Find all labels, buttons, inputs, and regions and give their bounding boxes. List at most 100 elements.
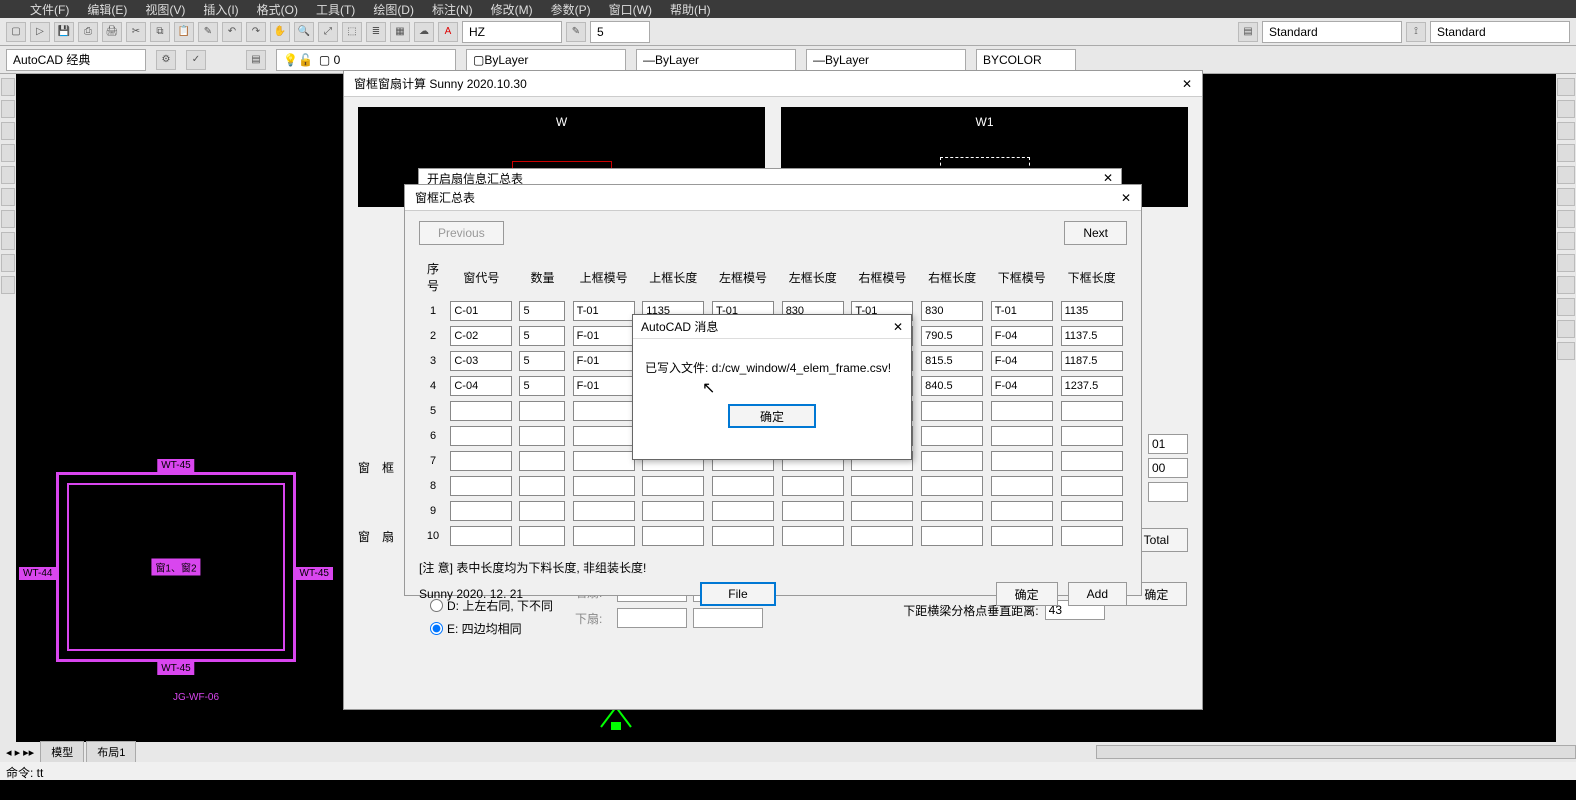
table-cell-input[interactable] — [921, 376, 983, 396]
table-cell-input[interactable] — [1061, 401, 1123, 421]
table-cell-input[interactable] — [519, 351, 565, 371]
table-cell-input[interactable] — [921, 426, 983, 446]
workspace-combo[interactable]: AutoCAD 经典 — [6, 49, 146, 71]
menu-file[interactable]: 文件(F) — [30, 1, 69, 18]
table-cell-input[interactable] — [991, 401, 1053, 421]
table-cell-input[interactable] — [991, 376, 1053, 396]
new-icon[interactable]: ▢ — [6, 22, 26, 42]
textstyle-combo[interactable]: HZ — [462, 21, 562, 43]
copy-icon[interactable]: ⧉ — [150, 22, 170, 42]
table-cell-input[interactable] — [519, 501, 565, 521]
match-icon[interactable]: ✎ — [198, 22, 218, 42]
dialog2-titlebar[interactable]: 窗框汇总表 ✕ — [405, 185, 1141, 211]
table-cell-input[interactable] — [519, 426, 565, 446]
plot-icon[interactable]: 🖨 — [102, 22, 122, 42]
table-cell-input[interactable] — [573, 476, 635, 496]
table-cell-input[interactable] — [1061, 526, 1123, 546]
table-cell-input[interactable] — [519, 376, 565, 396]
table-cell-input[interactable] — [573, 401, 635, 421]
table-cell-input[interactable] — [573, 326, 635, 346]
table-cell-input[interactable] — [991, 326, 1053, 346]
open-icon[interactable]: ▷ — [30, 22, 50, 42]
table-cell-input[interactable] — [1061, 301, 1123, 321]
table-cell-input[interactable] — [642, 526, 704, 546]
zoom-icon[interactable]: 🔍 — [294, 22, 314, 42]
table-cell-input[interactable] — [921, 501, 983, 521]
sheet-icon[interactable]: ▦ — [390, 22, 410, 42]
save-icon[interactable]: 💾 — [54, 22, 74, 42]
close-icon[interactable]: ✕ — [1121, 191, 1131, 205]
partial-input2[interactable] — [1148, 458, 1188, 478]
move-icon[interactable] — [1557, 78, 1575, 96]
table-cell-input[interactable] — [450, 426, 512, 446]
textstyle-icon[interactable]: ▤ — [1238, 22, 1258, 42]
table-cell-input[interactable] — [991, 301, 1053, 321]
previous-button[interactable]: Previous — [419, 221, 504, 245]
table-cell-input[interactable] — [921, 526, 983, 546]
cloud-icon[interactable]: ☁ — [414, 22, 434, 42]
copy2-icon[interactable] — [1557, 100, 1575, 118]
table-cell-input[interactable] — [1061, 476, 1123, 496]
menu-draw[interactable]: 绘图(D) — [373, 1, 414, 18]
mtext-icon[interactable] — [1, 276, 15, 294]
table-cell-input[interactable] — [642, 501, 704, 521]
trim-icon[interactable] — [1557, 210, 1575, 228]
fillet-icon[interactable] — [1557, 254, 1575, 272]
fan-radio-e[interactable]: E: 四边均相同 — [430, 620, 553, 637]
table-cell-input[interactable] — [573, 301, 635, 321]
table-cell-input[interactable] — [573, 526, 635, 546]
table-cell-input[interactable] — [450, 376, 512, 396]
table-cell-input[interactable] — [519, 451, 565, 471]
menu-insert[interactable]: 插入(I) — [203, 1, 238, 18]
table-cell-input[interactable] — [450, 501, 512, 521]
add-button[interactable]: Add — [1068, 582, 1127, 606]
close-icon[interactable]: ✕ — [1182, 77, 1192, 91]
standard-combo[interactable]: Standard — [1262, 21, 1402, 43]
menu-edit[interactable]: 编辑(E) — [87, 1, 127, 18]
saveas-icon[interactable]: ⎙ — [78, 22, 98, 42]
erase-icon[interactable] — [1557, 298, 1575, 316]
table-cell-input[interactable] — [782, 476, 844, 496]
table-cell-input[interactable] — [450, 526, 512, 546]
partial-input3[interactable] — [1148, 482, 1188, 502]
table-cell-input[interactable] — [519, 526, 565, 546]
circle-icon[interactable] — [1, 122, 15, 140]
workspace-save-icon[interactable]: ✓ — [186, 50, 206, 70]
close-icon[interactable]: ✕ — [1103, 171, 1113, 185]
menu-format[interactable]: 格式(O) — [257, 1, 298, 18]
table-cell-input[interactable] — [450, 351, 512, 371]
rectangle-icon[interactable] — [1, 166, 15, 184]
arc-icon[interactable] — [1, 144, 15, 162]
table-cell-input[interactable] — [519, 401, 565, 421]
linetype-combo[interactable]: — ByLayer — [636, 49, 796, 71]
table-cell-input[interactable] — [921, 326, 983, 346]
message-ok-button[interactable]: 确定 — [728, 404, 816, 428]
stretch-icon[interactable] — [1557, 342, 1575, 360]
table-cell-input[interactable] — [991, 451, 1053, 471]
props-icon[interactable]: ≣ — [366, 22, 386, 42]
layer-combo[interactable]: 💡 🔓 ▢ 0 — [276, 49, 456, 71]
table-cell-input[interactable] — [712, 501, 774, 521]
table-cell-input[interactable] — [712, 526, 774, 546]
table-cell-input[interactable] — [921, 476, 983, 496]
tab-layout1[interactable]: 布局1 — [86, 741, 136, 763]
table-cell-input[interactable] — [573, 426, 635, 446]
polygon-icon[interactable] — [1, 188, 15, 206]
table-cell-input[interactable] — [851, 501, 913, 521]
cut-icon[interactable]: ✂ — [126, 22, 146, 42]
rotate-icon[interactable] — [1557, 122, 1575, 140]
table-cell-input[interactable] — [782, 526, 844, 546]
table-cell-input[interactable] — [519, 326, 565, 346]
lineweight-combo[interactable]: — ByLayer — [806, 49, 966, 71]
table-cell-input[interactable] — [1061, 501, 1123, 521]
text-icon[interactable] — [1, 254, 15, 272]
table-cell-input[interactable] — [991, 526, 1053, 546]
ok-button[interactable]: 确定 — [996, 582, 1058, 606]
gear-icon[interactable]: ⚙ — [156, 50, 176, 70]
table-cell-input[interactable] — [519, 476, 565, 496]
table-cell-input[interactable] — [851, 476, 913, 496]
dimstyle-icon[interactable]: ⟟ — [1406, 22, 1426, 42]
table-cell-input[interactable] — [642, 476, 704, 496]
table-cell-input[interactable] — [1061, 351, 1123, 371]
ellipse-icon[interactable] — [1, 210, 15, 228]
